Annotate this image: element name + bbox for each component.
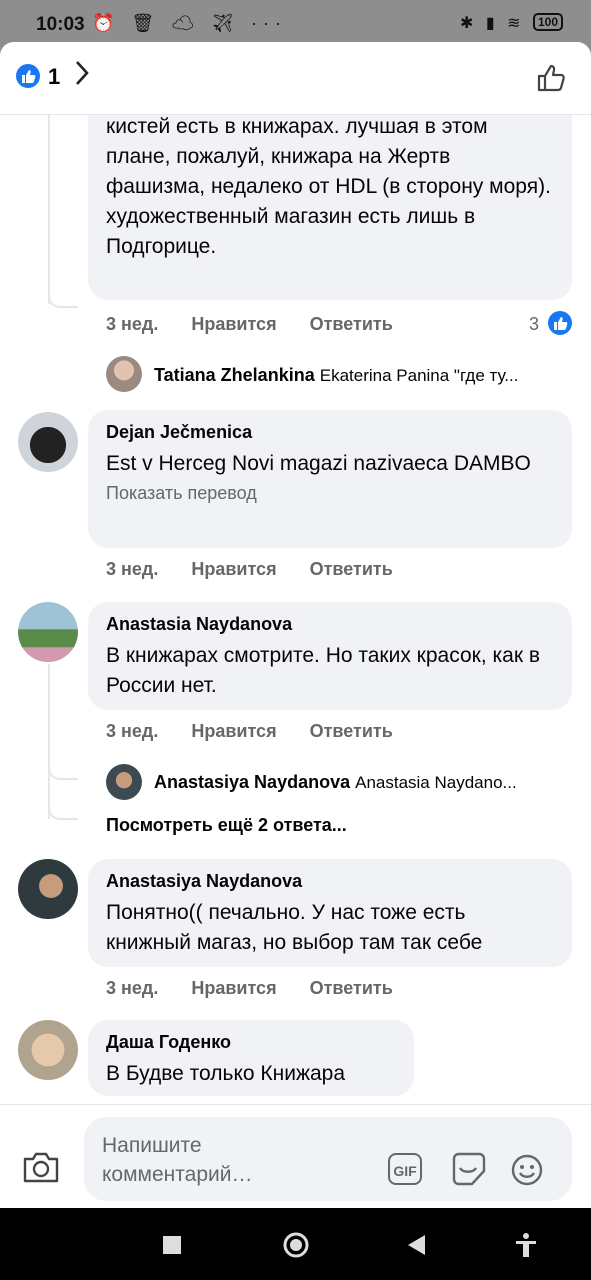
comment-composer: Напишите комментарий… GIF (0, 1104, 591, 1208)
reactions-header: 1 (0, 42, 591, 115)
comment-text: кистей есть в книжарах. лучшая в этом пл… (106, 115, 551, 258)
comment-author[interactable]: Anastasiya Naydanova (106, 871, 554, 892)
camera-icon[interactable] (22, 1150, 60, 1189)
reply-button[interactable]: Ответить (310, 559, 393, 580)
thumbs-up-outline-icon[interactable] (535, 62, 567, 99)
sticker-icon[interactable] (450, 1151, 488, 1192)
like-button[interactable]: Нравится (191, 559, 276, 580)
thread-connector (48, 664, 50, 819)
avatar[interactable] (106, 356, 142, 392)
comment-text: Понятно(( печально. У нас тоже есть книж… (106, 901, 483, 954)
reply-preview[interactable]: Anastasiya Naydanova Anastasia Naydano..… (154, 772, 517, 793)
system-nav-bar (0, 1208, 591, 1280)
comment-time: 3 нед. (106, 314, 159, 334)
thread-connector (48, 804, 78, 820)
comment-input[interactable]: Напишите комментарий… GIF (84, 1117, 572, 1201)
recents-square-icon[interactable] (163, 1236, 181, 1259)
comment-bubble[interactable]: Dejan Ječmenica Est v Herceg Novi magazi… (88, 410, 572, 548)
thread-connector (48, 766, 78, 780)
comment-bubble[interactable]: Anastasia Naydanova В книжарах смотрите.… (88, 602, 572, 710)
comment-time: 3 нед. (106, 559, 159, 579)
reply-snippet: Anastasia Naydano... (355, 773, 517, 792)
system-status-glyphs: ✱ ▮ ≋ (460, 15, 525, 32)
comment-actions: 3 нед. Нравится Ответить (106, 721, 421, 742)
reply-preview[interactable]: Tatiana Zhelankina Ekaterina Panina "где… (154, 365, 518, 386)
comments-sheet: 1 кистей есть в книжарах. лучшая в этом … (0, 42, 591, 1208)
reply-author: Tatiana Zhelankina (154, 365, 315, 385)
view-more-replies-link[interactable]: Посмотреть ещё 2 ответа... (106, 815, 347, 836)
reply-button[interactable]: Ответить (310, 314, 393, 335)
comment-bubble[interactable]: Даша Годенко В Будве только Книжара (88, 1020, 414, 1096)
avatar[interactable] (18, 1020, 78, 1080)
notification-icons: ⏰ 🗑 ☁ ✈ ··· (92, 13, 287, 33)
avatar[interactable] (18, 602, 78, 662)
emoji-icon[interactable] (510, 1153, 544, 1192)
reply-button[interactable]: Ответить (310, 721, 393, 742)
reply-snippet: Ekaterina Panina "где ту... (319, 366, 519, 385)
comment-text: В Будве только Книжара (106, 1062, 346, 1085)
comment-time: 3 нед. (106, 721, 159, 741)
home-circle-icon[interactable] (282, 1231, 310, 1264)
comment-text: Est v Herceg Novi magazi nazivaeca DAMBO (106, 452, 531, 475)
comment-actions: 3 нед. Нравится Ответить (106, 978, 421, 999)
comments-list: кистей есть в книжарах. лучшая в этом пл… (0, 114, 591, 1104)
comment-author[interactable]: Anastasia Naydanova (106, 614, 554, 635)
reply-author: Anastasiya Naydanova (154, 772, 351, 792)
avatar[interactable] (106, 764, 142, 800)
reaction-count[interactable]: 3 (529, 314, 539, 335)
status-bar: 10:03 ⏰ 🗑 ☁ ✈ ··· ✱ ▮ ≋ 100 (0, 0, 591, 48)
system-status-icons: ✱ ▮ ≋ 100 (460, 13, 563, 33)
avatar[interactable] (18, 412, 78, 472)
like-count[interactable]: 1 (48, 64, 60, 90)
comment-author[interactable]: Даша Годенко (106, 1032, 396, 1053)
like-reaction-icon (548, 311, 572, 335)
comment-bubble[interactable]: кистей есть в книжарах. лучшая в этом пл… (88, 114, 572, 300)
gif-icon[interactable]: GIF (388, 1153, 422, 1185)
like-button[interactable]: Нравится (191, 314, 276, 335)
comment-author[interactable]: Dejan Ječmenica (106, 422, 554, 443)
status-time: 10:03 (36, 14, 85, 35)
back-triangle-icon[interactable] (406, 1234, 426, 1261)
comment-placeholder: Напишите комментарий… (102, 1134, 253, 1186)
like-button[interactable]: Нравится (191, 978, 276, 999)
reply-button[interactable]: Ответить (310, 978, 393, 999)
like-button[interactable]: Нравится (191, 721, 276, 742)
accessibility-icon[interactable] (514, 1232, 538, 1263)
comment-actions: 3 нед. Нравится Ответить (106, 559, 421, 580)
like-reaction-icon[interactable] (16, 64, 40, 88)
chevron-right-icon[interactable] (74, 59, 90, 94)
battery-icon: 100 (532, 13, 563, 31)
comment-actions: 3 нед. Нравится Ответить (106, 314, 421, 335)
comment-text: В книжарах смотрите. Но таких красок, ка… (106, 644, 541, 697)
thread-connector (48, 294, 78, 308)
thread-connector (48, 114, 50, 304)
comment-bubble[interactable]: Anastasiya Naydanova Понятно(( печально.… (88, 859, 572, 967)
comment-time: 3 нед. (106, 978, 159, 998)
show-translation-link[interactable]: Показать перевод (106, 483, 554, 504)
avatar[interactable] (18, 859, 78, 919)
